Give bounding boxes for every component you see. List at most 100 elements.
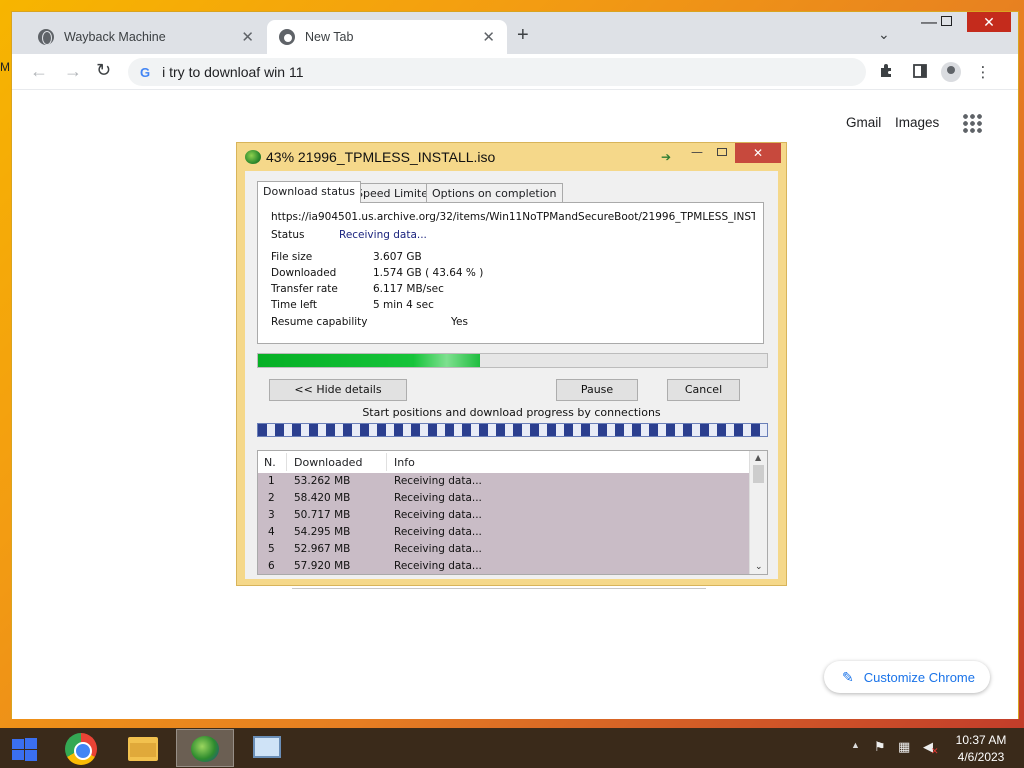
clock-time[interactable]: 10:37 AM	[948, 733, 1014, 747]
file-explorer-icon	[128, 737, 158, 761]
chrome-icon	[279, 29, 295, 45]
maximize-button[interactable]	[941, 16, 952, 26]
tab-search-chevron-icon[interactable]: ⌄	[878, 26, 890, 43]
start-logo-pane	[12, 739, 24, 749]
reload-icon[interactable]: ↻	[96, 60, 111, 81]
idm-close-button[interactable]: ✕	[735, 143, 781, 163]
column-header-downloaded[interactable]: Downloaded	[294, 456, 362, 469]
row-downloaded: 54.295 MB	[294, 526, 351, 538]
time-left-value: 5 min 4 sec	[373, 299, 434, 311]
google-g-icon: G	[140, 64, 151, 80]
tab-options-on-completion[interactable]: Options on completion	[426, 183, 563, 203]
table-row[interactable]: 4 54.295 MB Receiving data...	[258, 524, 749, 541]
download-status-panel: https://ia904501.us.archive.org/32/items…	[257, 202, 764, 344]
row-info: Receiving data...	[394, 560, 482, 572]
resume-capability-label: Resume capability	[271, 316, 368, 328]
gmail-link[interactable]: Gmail	[846, 115, 881, 130]
idm-minimize-button[interactable]: —	[691, 145, 703, 159]
side-panel-icon[interactable]	[911, 63, 929, 81]
row-downloaded: 58.420 MB	[294, 492, 351, 504]
cancel-button[interactable]: Cancel	[667, 379, 740, 401]
idm-download-dialog: 43% 21996_TPMLESS_INSTALL.iso ➔ — ✕ Down…	[236, 142, 787, 586]
taskbar-idm-button[interactable]	[176, 729, 234, 767]
time-left-label: Time left	[271, 299, 318, 311]
downloaded-value: 1.574 GB ( 43.64 % )	[373, 267, 484, 279]
row-info: Receiving data...	[394, 543, 482, 555]
row-number: 5	[268, 543, 275, 555]
table-row[interactable]: 6 57.920 MB Receiving data...	[258, 558, 749, 574]
row-info: Receiving data...	[394, 492, 482, 504]
scroll-up-arrow-icon[interactable]: ▲	[755, 453, 761, 462]
taskbar-remote-desktop-button[interactable]	[238, 729, 296, 767]
idm-titlebar[interactable]: 43% 21996_TPMLESS_INSTALL.iso ➔ — ✕	[237, 143, 786, 171]
tab-download-status[interactable]: Download status	[257, 181, 361, 203]
extensions-puzzle-icon[interactable]	[878, 63, 896, 81]
more-menu-icon[interactable]: ⋮	[974, 63, 992, 81]
close-tab-icon[interactable]: ✕	[241, 28, 254, 46]
table-row[interactable]: 1 53.262 MB Receiving data...	[258, 473, 749, 490]
column-header-number[interactable]: N.	[264, 456, 276, 469]
remote-desktop-icon	[253, 736, 281, 758]
start-logo-pane	[25, 750, 37, 761]
hide-details-button[interactable]: << Hide details	[269, 379, 407, 401]
network-icon[interactable]: ▦	[898, 739, 910, 755]
back-arrow-icon[interactable]: ←	[30, 61, 48, 82]
row-downloaded: 52.967 MB	[294, 543, 351, 555]
table-row[interactable]: 3 50.717 MB Receiving data...	[258, 507, 749, 524]
clock-date[interactable]: 4/6/2023	[948, 750, 1014, 764]
show-hidden-icons-chevron-icon[interactable]: ▲	[851, 740, 860, 750]
pencil-icon: ✎	[842, 668, 854, 685]
minimize-to-tray-icon[interactable]: ➔	[661, 150, 671, 164]
transfer-rate-label: Transfer rate	[271, 283, 338, 295]
action-center-flag-icon[interactable]: ⚑	[874, 739, 886, 755]
idm-maximize-button[interactable]	[717, 148, 727, 156]
customize-chrome-button[interactable]: ✎ Customize Chrome	[824, 661, 990, 693]
close-tab-icon[interactable]: ✕	[482, 28, 495, 46]
downloaded-label: Downloaded	[271, 267, 337, 279]
profile-avatar-icon[interactable]	[941, 62, 961, 82]
transfer-rate-value: 6.117 MB/sec	[373, 283, 444, 295]
row-info: Receiving data...	[394, 526, 482, 538]
connections-table: N. Downloaded Info 1 53.262 MB Receiving…	[257, 450, 768, 575]
idm-globe-icon	[245, 150, 261, 164]
column-header-info[interactable]: Info	[394, 456, 415, 469]
status-value: Receiving data...	[339, 229, 427, 241]
address-bar[interactable]: G i try to downloaf win 11	[128, 58, 866, 86]
connections-table-header: N. Downloaded Info	[258, 451, 749, 473]
start-logo-pane	[12, 750, 24, 760]
resume-capability-value: Yes	[451, 316, 468, 328]
download-progress-bar	[257, 353, 768, 368]
new-tab-button[interactable]: +	[517, 24, 529, 47]
tab-new-tab[interactable]: New Tab ✕	[267, 20, 507, 54]
pause-button[interactable]: Pause	[556, 379, 638, 401]
globe-icon	[38, 29, 54, 45]
forward-arrow-icon[interactable]: →	[64, 61, 82, 82]
row-downloaded: 53.262 MB	[294, 475, 351, 487]
row-number: 1	[268, 475, 275, 487]
file-size-label: File size	[271, 251, 313, 263]
windows-start-icon[interactable]	[8, 736, 40, 762]
table-row[interactable]: 2 58.420 MB Receiving data...	[258, 490, 749, 507]
row-number: 3	[268, 509, 275, 521]
idm-dialog-body: Download status Speed Limiter Options on…	[245, 171, 778, 579]
row-number: 6	[268, 560, 275, 572]
scroll-down-chevron-icon[interactable]: ⌄	[755, 562, 763, 572]
tab-strip: Wayback Machine ✕ New Tab ✕ + ⌄ — ✕	[12, 12, 1018, 54]
images-link[interactable]: Images	[895, 115, 939, 130]
tab-title: New Tab	[305, 30, 354, 44]
tab-wayback-machine[interactable]: Wayback Machine ✕	[26, 20, 266, 54]
close-window-button[interactable]: ✕	[967, 12, 1011, 32]
idm-dialog-title: 43% 21996_TPMLESS_INSTALL.iso	[266, 149, 496, 165]
row-number: 2	[268, 492, 275, 504]
start-logo-pane	[25, 738, 37, 749]
google-apps-grid-icon[interactable]	[962, 113, 982, 133]
table-scrollbar[interactable]: ▲ ⌄	[749, 451, 767, 574]
scroll-thumb[interactable]	[753, 465, 764, 483]
taskbar-file-explorer-button[interactable]	[114, 729, 172, 767]
row-downloaded: 50.717 MB	[294, 509, 351, 521]
minimize-button[interactable]: —	[915, 14, 943, 32]
taskbar-chrome-button[interactable]	[52, 729, 110, 767]
address-bar-text[interactable]: i try to downloaf win 11	[162, 64, 303, 80]
windows-taskbar: ▲ ⚑ ▦ ◀ ✕ 10:37 AM 4/6/2023	[0, 728, 1024, 768]
table-row[interactable]: 5 52.967 MB Receiving data...	[258, 541, 749, 558]
